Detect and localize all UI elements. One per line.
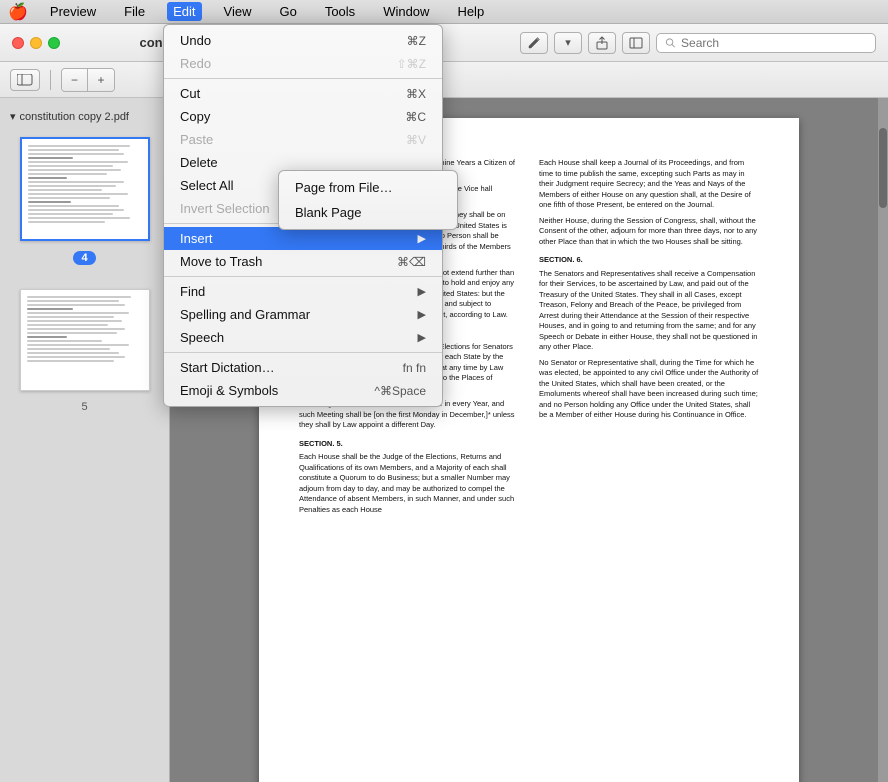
zoom-controls: − + — [61, 68, 115, 92]
pdf-text-col2-1: Each House shall keep a Journal of its P… — [539, 158, 759, 211]
annotate-button[interactable] — [520, 32, 548, 54]
page-number-4: 4 — [73, 251, 95, 265]
titlebar: constitution copy 2.pdf (page 4 of 20) —… — [0, 24, 888, 62]
traffic-lights — [12, 37, 60, 49]
sidebar-toggle-icon — [17, 74, 33, 86]
menu-window[interactable]: Window — [377, 2, 435, 21]
menu-item-find[interactable]: Find ▶ — [164, 280, 442, 303]
sidebar-button[interactable] — [622, 32, 650, 54]
search-icon — [665, 37, 676, 49]
sidebar-icon — [629, 36, 643, 50]
share-icon — [595, 36, 609, 50]
thumbnail-page-4[interactable] — [20, 137, 150, 241]
markup-dropdown-button[interactable]: ▾ — [554, 32, 582, 54]
page-number-5: 5 — [81, 401, 87, 413]
menu-separator-1 — [164, 78, 442, 79]
menu-file[interactable]: File — [118, 2, 151, 21]
menu-item-redo[interactable]: Redo ⇧⌘Z — [164, 52, 442, 75]
search-input[interactable] — [681, 36, 867, 50]
pdf-text-col2-4: No Senator or Representative shall, duri… — [539, 358, 759, 421]
pdf-text-col2-3: The Senators and Representatives shall r… — [539, 269, 759, 353]
menu-separator-3 — [164, 276, 442, 277]
share-button[interactable] — [588, 32, 616, 54]
thumbnail-page-5[interactable] — [20, 289, 150, 391]
search-box[interactable] — [656, 33, 876, 53]
submenu-item-blank-page[interactable]: Blank Page — [279, 200, 457, 225]
zoom-in-button[interactable]: + — [88, 69, 114, 91]
pdf-text-col2-2: Neither House, during the Session of Con… — [539, 216, 759, 248]
pdf-column-2: Each House shall keep a Journal of its P… — [539, 158, 759, 778]
sidebar-toggle-button[interactable] — [10, 69, 40, 91]
minimize-button[interactable] — [30, 37, 42, 49]
menu-item-emoji-symbols[interactable]: Emoji & Symbols ^⌘Space — [164, 379, 442, 402]
menu-item-paste[interactable]: Paste ⌘V — [164, 128, 442, 151]
menu-go[interactable]: Go — [273, 2, 302, 21]
sidebar-panel: ▾ constitution copy 2.pdf — [0, 98, 170, 782]
pen-icon — [527, 36, 541, 50]
menu-separator-4 — [164, 352, 442, 353]
menu-tools[interactable]: Tools — [319, 2, 361, 21]
close-button[interactable] — [12, 37, 24, 49]
menubar: 🍎 Preview File Edit View Go Tools Window… — [0, 0, 888, 24]
menu-item-move-to-trash[interactable]: Move to Trash ⌘⌫ — [164, 250, 442, 273]
pdf-text-7: Each House shall be the Judge of the Ele… — [299, 452, 519, 515]
pdf-section-6: SECTION. 6. — [539, 255, 759, 266]
pdf-section-5: SECTION. 5. — [299, 439, 519, 450]
menu-item-speech[interactable]: Speech ▶ — [164, 326, 442, 349]
scrollbar[interactable] — [878, 98, 888, 782]
submenu-item-page-from-file[interactable]: Page from File… — [279, 175, 457, 200]
secondary-toolbar: − + — [0, 62, 888, 98]
titlebar-tools: ▾ — [520, 32, 876, 54]
insert-submenu: Page from File… Blank Page — [278, 170, 458, 230]
menu-help[interactable]: Help — [451, 2, 490, 21]
menu-item-cut[interactable]: Cut ⌘X — [164, 82, 442, 105]
sidebar-filename: ▾ constitution copy 2.pdf — [0, 106, 169, 131]
menu-item-undo[interactable]: Undo ⌘Z — [164, 29, 442, 52]
zoom-out-button[interactable]: − — [62, 69, 88, 91]
menu-item-spelling[interactable]: Spelling and Grammar ▶ — [164, 303, 442, 326]
menu-item-insert[interactable]: Insert ▶ — [164, 227, 442, 250]
menu-preview[interactable]: Preview — [44, 2, 102, 21]
menu-item-copy[interactable]: Copy ⌘C — [164, 105, 442, 128]
scrollbar-thumb[interactable] — [879, 128, 887, 208]
maximize-button[interactable] — [48, 37, 60, 49]
apple-menu[interactable]: 🍎 — [8, 2, 28, 22]
app-window: constitution copy 2.pdf (page 4 of 20) —… — [0, 24, 888, 782]
menu-edit[interactable]: Edit — [167, 2, 201, 21]
menu-item-start-dictation[interactable]: Start Dictation… fn fn — [164, 356, 442, 379]
menu-view[interactable]: View — [218, 2, 258, 21]
